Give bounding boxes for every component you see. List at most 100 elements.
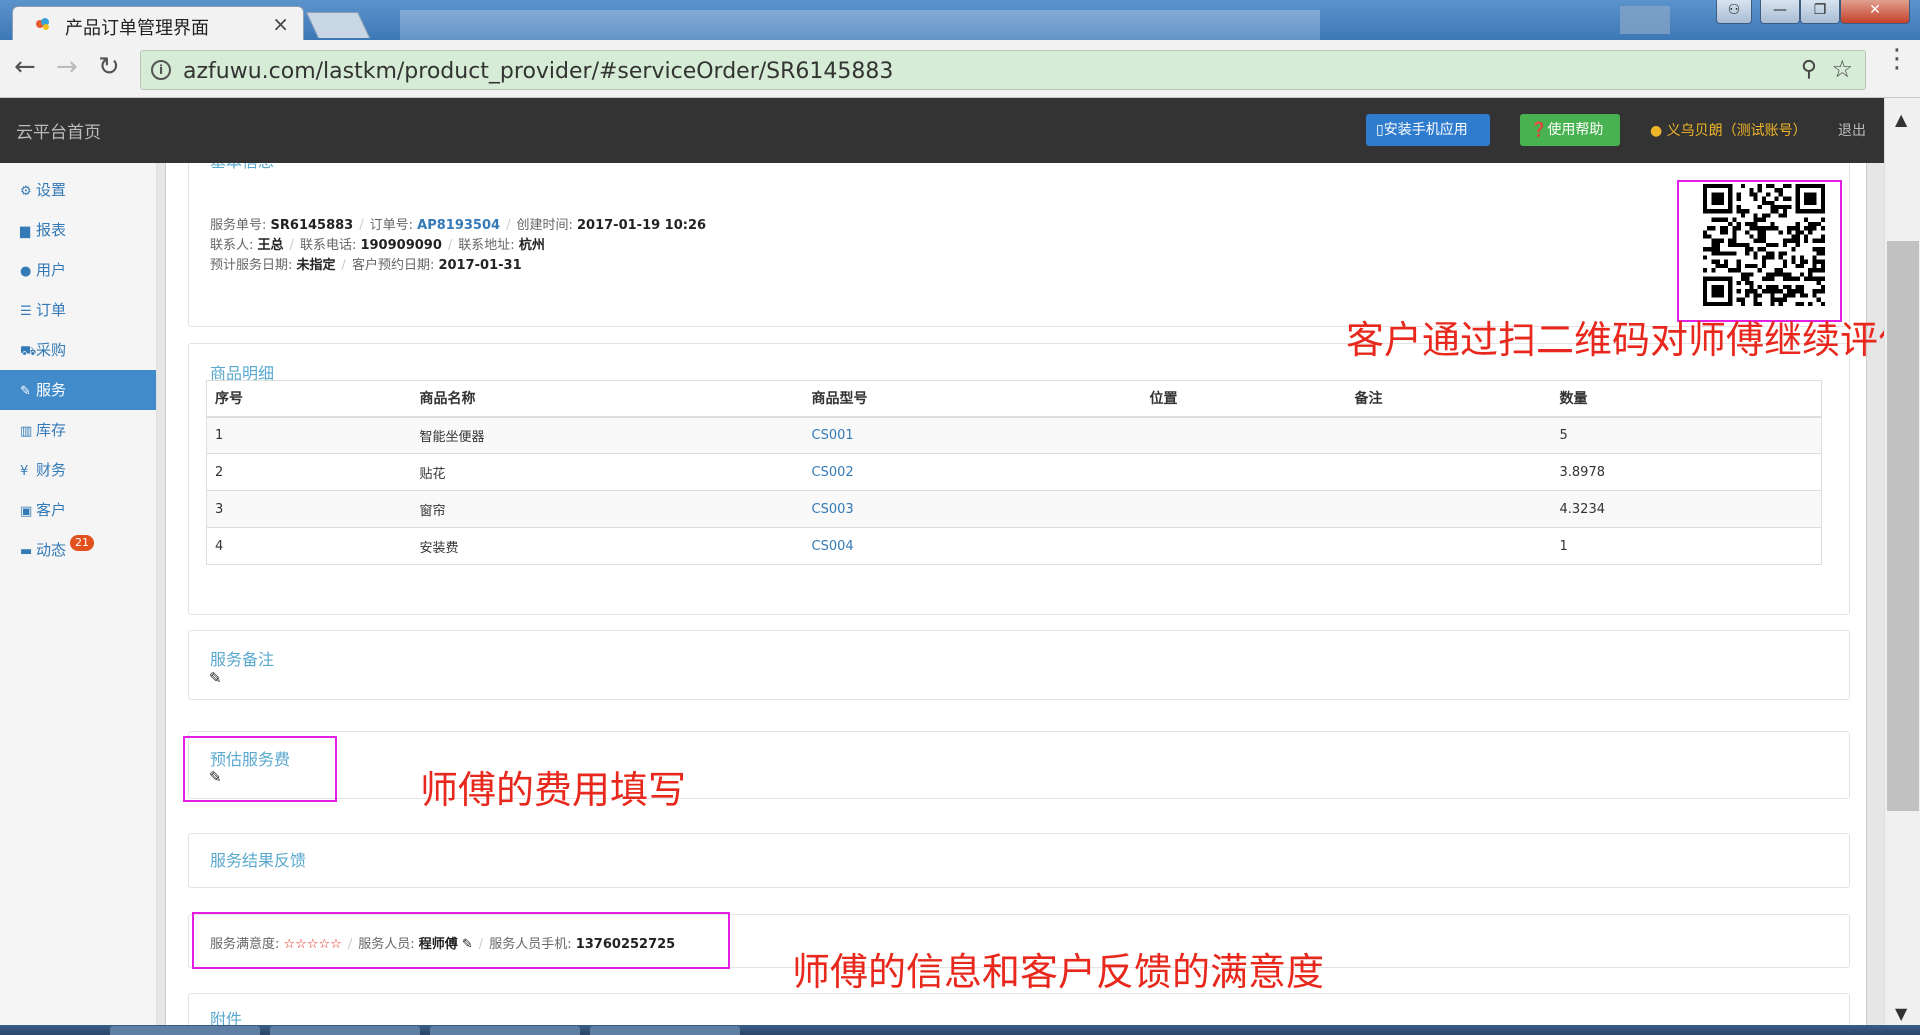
- tab-title: 产品订单管理界面: [65, 18, 209, 39]
- window-user-button[interactable]: ⚇: [1716, 0, 1752, 24]
- news-count-badge: 21: [70, 535, 94, 551]
- cell-qty: 3.8978: [1551, 453, 1822, 491]
- created-label: 创建时间:: [516, 218, 573, 233]
- cell-name: 智能坐便器: [411, 416, 804, 454]
- page-scrollbar[interactable]: ▲ ▼: [1884, 98, 1920, 1025]
- tab-close-icon[interactable]: ×: [272, 12, 289, 36]
- sidebar-item-label: 设置: [36, 181, 67, 199]
- cell-note: [1346, 453, 1552, 491]
- column-header: 备注: [1346, 380, 1552, 418]
- new-tab-button[interactable]: [305, 12, 371, 38]
- user-account-link[interactable]: ● 义乌贝朗（测试账号）: [1650, 120, 1807, 140]
- sidebar-item-label: 采购: [36, 341, 67, 359]
- column-header: 数量: [1551, 380, 1822, 418]
- browser-menu-icon[interactable]: ⋮: [1884, 46, 1910, 72]
- install-app-label: 安装手机应用: [1383, 122, 1468, 138]
- address-bar[interactable]: i azfuwu.com/lastkm/product_provider/#se…: [140, 50, 1866, 90]
- logout-link[interactable]: 退出: [1838, 120, 1866, 140]
- cell-no: 4: [206, 527, 412, 565]
- sidebar-item-8[interactable]: ▣ 客户: [0, 490, 156, 530]
- cell-no: 2: [206, 453, 412, 491]
- cell-model[interactable]: CS003: [803, 490, 1142, 528]
- cell-model[interactable]: CS004: [803, 527, 1142, 565]
- window-close-button[interactable]: ✕: [1840, 0, 1910, 24]
- cart-icon: ⛟: [20, 344, 37, 359]
- window-minimize-button[interactable]: —: [1760, 0, 1800, 24]
- user-icon: ●: [20, 264, 32, 279]
- sidebar-item-2[interactable]: ● 用户: [0, 250, 156, 290]
- sidebar-item-label: 动态: [36, 541, 67, 559]
- browser-tab[interactable]: 产品订单管理界面 ×: [12, 6, 304, 40]
- column-header: 商品型号: [803, 380, 1142, 418]
- main-content: 基本信息 服务单号: SR6145883/订单号: AP8193504/创建时间…: [157, 163, 1884, 1025]
- sidebar-item-6[interactable]: ▥ 库存: [0, 410, 156, 450]
- cell-qty: 1: [1551, 527, 1822, 565]
- sidebar-item-9[interactable]: ▬ 动态 21: [0, 530, 156, 570]
- taskbar-item[interactable]: [270, 1026, 420, 1035]
- scroll-up-arrow-icon[interactable]: ▲: [1895, 110, 1907, 129]
- user-name: 义乌贝朗（测试账号）: [1666, 123, 1807, 139]
- cell-model[interactable]: CS002: [803, 453, 1142, 491]
- reload-icon[interactable]: ↻: [98, 54, 120, 80]
- cell-model[interactable]: CS001: [803, 416, 1142, 454]
- site-info-icon[interactable]: i: [151, 60, 171, 80]
- background-window: [400, 10, 1320, 40]
- feedback-card: 服务结果反馈: [188, 833, 1850, 888]
- sidebar-item-label: 用户: [36, 261, 67, 279]
- os-taskbar: [0, 1025, 1920, 1035]
- taskbar-item[interactable]: [110, 1026, 260, 1035]
- basic-info-row-3: 预计服务日期: 未指定 / 客户预约日期: 2017-01-31: [210, 258, 522, 273]
- zoom-icon[interactable]: ⚲: [1801, 57, 1817, 82]
- sidebar-item-label: 库存: [36, 421, 67, 439]
- sidebar-item-label: 订单: [36, 301, 67, 319]
- help-button[interactable]: ❓使用帮助: [1520, 114, 1620, 146]
- browser-toolbar: ← → ↻ i azfuwu.com/lastkm/product_provid…: [0, 40, 1920, 98]
- question-icon: ❓: [1530, 122, 1548, 138]
- address-label: 联系地址:: [458, 238, 515, 253]
- service-no: SR6145883: [270, 218, 354, 233]
- order-no-label: 订单号:: [369, 218, 414, 233]
- attachments-title: 附件: [210, 1010, 243, 1025]
- forward-arrow-icon[interactable]: →: [56, 54, 78, 80]
- planned-date-label: 预计服务日期:: [210, 258, 293, 273]
- scroll-down-arrow-icon[interactable]: ▼: [1895, 1004, 1907, 1023]
- cell-location: [1141, 490, 1347, 528]
- phone-label: 联系电话:: [299, 238, 357, 253]
- table-row: 4 安装费 CS004 1: [206, 527, 1822, 565]
- cell-location: [1141, 416, 1347, 454]
- cell-name: 窗帘: [411, 490, 804, 528]
- table-header-row: 序号 商品名称 商品型号 位置 备注 数量: [206, 380, 1822, 418]
- sidebar-item-0[interactable]: ⚙ 设置: [0, 170, 156, 210]
- edit-pencil-icon[interactable]: ✎: [209, 669, 222, 687]
- sidebar-item-1[interactable]: ▆ 报表: [0, 210, 156, 250]
- help-label: 使用帮助: [1547, 122, 1604, 138]
- cell-note: [1346, 527, 1552, 565]
- taskbar-item[interactable]: [430, 1026, 580, 1035]
- cell-note: [1346, 416, 1552, 454]
- sidebar-item-3[interactable]: ☰ 订单: [0, 290, 156, 330]
- cell-location: [1141, 527, 1347, 565]
- sidebar-item-7[interactable]: ¥ 财务: [0, 450, 156, 490]
- sidebar-item-5[interactable]: ✎ 服务: [0, 370, 156, 410]
- order-no-link[interactable]: AP8193504: [417, 218, 500, 233]
- cell-qty: 5: [1551, 416, 1822, 454]
- window-maximize-button[interactable]: ❐: [1800, 0, 1840, 24]
- taskbar-item[interactable]: [590, 1026, 740, 1035]
- scrollbar-thumb[interactable]: [1887, 241, 1919, 811]
- sidebar-item-label: 财务: [36, 461, 67, 479]
- back-arrow-icon[interactable]: ←: [14, 54, 36, 80]
- column-header: 序号: [206, 380, 412, 418]
- user-icon: ●: [1650, 123, 1663, 139]
- url-text[interactable]: azfuwu.com/lastkm/product_provider/#serv…: [183, 59, 893, 84]
- cell-no: 1: [206, 416, 412, 454]
- home-link[interactable]: 云平台首页: [16, 118, 101, 143]
- install-app-button[interactable]: ▯安装手机应用: [1366, 114, 1490, 146]
- bookmark-star-icon[interactable]: ☆: [1831, 55, 1853, 83]
- fee-annotation-text: 师傅的费用填写: [420, 768, 687, 812]
- service-note-card: 服务备注 ✎: [188, 630, 1850, 700]
- sidebar-item-4[interactable]: ⛟采购: [0, 330, 156, 370]
- qr-code-icon: [1703, 184, 1825, 306]
- sidebar: ⚙ 设置 ▆ 报表 ● 用户 ☰ 订单 ⛟采购 ✎ 服务 ▥ 库存 ¥ 财务 ▣ 客户 ▬ 动态 21: [0, 163, 157, 1025]
- table-row: 1 智能坐便器 CS001 5: [206, 416, 1822, 454]
- products-table: 序号 商品名称 商品型号 位置 备注 数量 1 智能坐便器 CS001 5 2 贴花 CS0…: [206, 380, 1822, 565]
